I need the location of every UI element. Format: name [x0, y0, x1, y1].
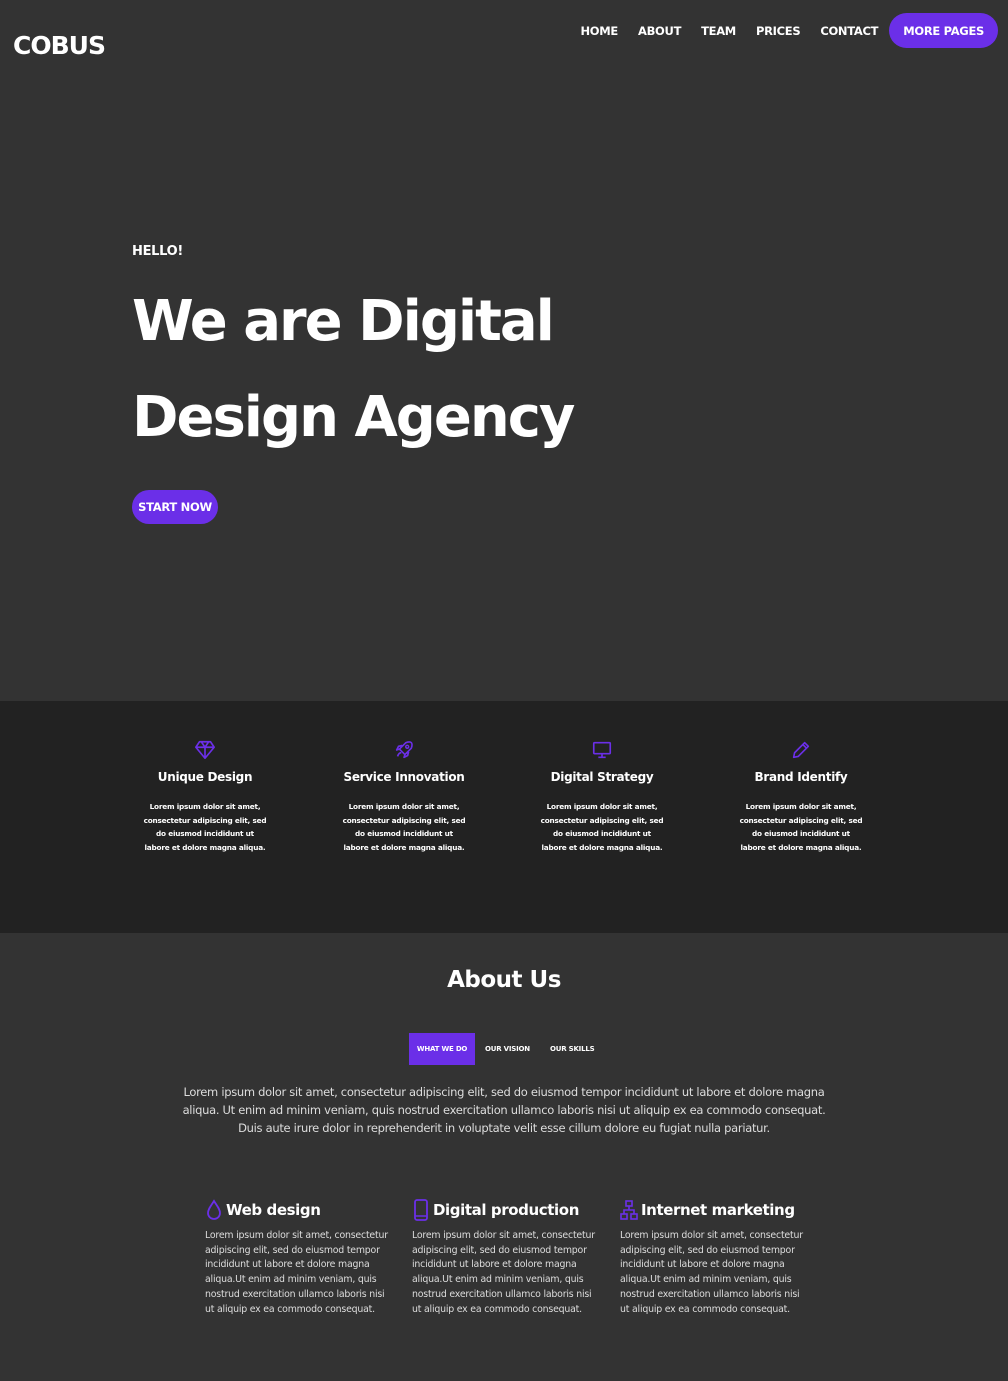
- tab-our-skills[interactable]: OUR SKILLS: [540, 1033, 605, 1065]
- service-text: Lorem ipsum dolor sit amet, consectetur …: [412, 1230, 595, 1315]
- nav-team[interactable]: TEAM: [701, 24, 736, 38]
- feature-title: Unique Design: [157, 770, 253, 784]
- nav-contact[interactable]: CONTACT: [820, 24, 878, 38]
- tab-our-vision[interactable]: OUR VISION: [475, 1033, 540, 1065]
- service-title: Digital production: [433, 1201, 579, 1219]
- about-title: About Us: [447, 967, 561, 993]
- logo[interactable]: COBUS: [13, 31, 106, 60]
- drop-icon: [207, 1199, 221, 1220]
- feature-text: Lorem ipsum dolor sit amet, consectetur …: [540, 802, 664, 852]
- about-text: Lorem ipsum dolor sit amet, consectetur …: [182, 1085, 826, 1135]
- hero-section: HELLO! We are Digital Design Agency STAR…: [0, 90, 1008, 701]
- feature-text: Lorem ipsum dolor sit amet, consectetur …: [342, 802, 466, 852]
- service-text: Lorem ipsum dolor sit amet, consectetur …: [620, 1230, 803, 1315]
- features-section: Unique Design Lorem ipsum dolor sit amet…: [0, 701, 1008, 933]
- feature-card: Digital Strategy Lorem ipsum dolor sit a…: [522, 739, 682, 854]
- hero-headline: We are Digital Design Agency: [132, 289, 575, 450]
- feature-title: Service Innovation: [343, 770, 465, 784]
- feature-title: Digital Strategy: [550, 770, 654, 784]
- feature-text: Lorem ipsum dolor sit amet, consectetur …: [739, 802, 863, 852]
- site-header: COBUS HOME ABOUT TEAM PRICES CONTACT MOR…: [0, 0, 1008, 90]
- main-nav: HOME ABOUT TEAM PRICES CONTACT MORE PAGE…: [580, 13, 998, 48]
- feature-card: Brand Identify Lorem ipsum dolor sit ame…: [721, 739, 881, 854]
- feature-card: Service Innovation Lorem ipsum dolor sit…: [324, 739, 484, 854]
- hero-eyebrow: HELLO!: [132, 244, 184, 259]
- start-now-button[interactable]: START NOW: [132, 490, 218, 524]
- service-card: Web design Lorem ipsum dolor sit amet, c…: [205, 1199, 395, 1317]
- tab-what-we-do[interactable]: WHAT WE DO: [409, 1033, 475, 1065]
- service-card: Internet marketing Lorem ipsum dolor sit…: [620, 1199, 810, 1317]
- nav-about[interactable]: ABOUT: [638, 24, 681, 38]
- more-pages-button[interactable]: MORE PAGES: [889, 13, 998, 48]
- about-tabs: WHAT WE DO OUR VISION OUR SKILLS: [409, 1033, 604, 1065]
- rocket-icon: [395, 741, 413, 759]
- pencil-icon: [792, 741, 810, 759]
- service-text: Lorem ipsum dolor sit amet, consectetur …: [205, 1230, 388, 1315]
- feature-card: Unique Design Lorem ipsum dolor sit amet…: [125, 739, 285, 854]
- feature-text: Lorem ipsum dolor sit amet, consectetur …: [143, 802, 267, 852]
- service-card: Digital production Lorem ipsum dolor sit…: [412, 1199, 602, 1317]
- mobile-icon: [414, 1199, 428, 1221]
- sitemap-icon: [620, 1200, 638, 1220]
- about-section: About Us WHAT WE DO OUR VISION OUR SKILL…: [0, 933, 1008, 1381]
- service-title: Internet marketing: [641, 1201, 795, 1219]
- diamond-icon: [195, 740, 215, 760]
- monitor-icon: [592, 741, 612, 759]
- nav-home[interactable]: HOME: [580, 24, 618, 38]
- nav-prices[interactable]: PRICES: [756, 24, 801, 38]
- service-title: Web design: [226, 1201, 321, 1219]
- feature-title: Brand Identify: [754, 770, 848, 784]
